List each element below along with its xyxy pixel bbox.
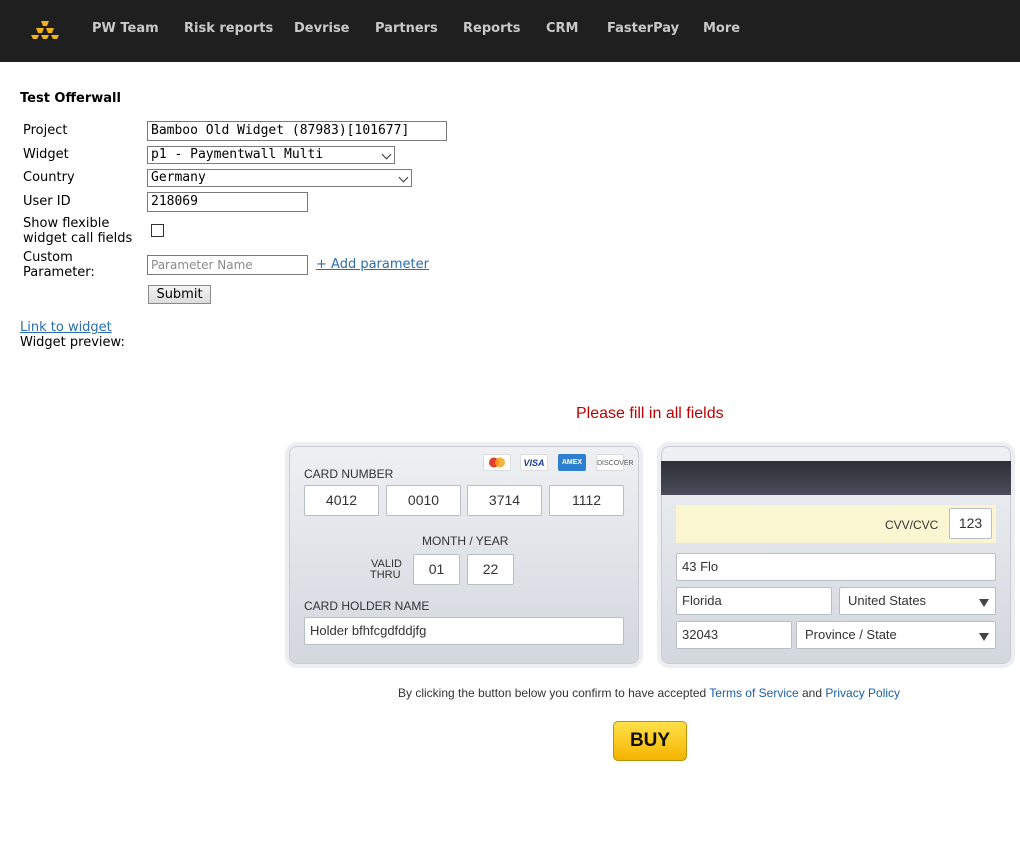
month-year-label: MONTH / YEAR (422, 534, 509, 548)
nav-item-crm[interactable]: CRM (546, 21, 579, 36)
flexible-fields-label-line1: Show flexible (23, 216, 110, 231)
visa-icon: VISA (520, 454, 548, 471)
privacy-policy-link[interactable]: Privacy Policy (825, 686, 900, 700)
card-number-field-2[interactable]: 0010 (386, 485, 461, 516)
state-dropdown-value: Province / State (805, 627, 897, 642)
user-id-label: User ID (23, 194, 71, 209)
top-navigation-bar: PW Team Risk reports Devrise Partners Re… (0, 0, 1020, 62)
card-number-field-3[interactable]: 3714 (467, 485, 542, 516)
submit-button[interactable]: Submit (148, 285, 211, 304)
flexible-fields-label-line2: widget call fields (23, 231, 133, 246)
page-title: Test Offerwall (20, 91, 121, 106)
flexible-fields-checkbox[interactable] (151, 224, 164, 237)
link-to-widget[interactable]: Link to widget (20, 320, 112, 335)
custom-parameter-label-line1: Custom (23, 250, 73, 265)
card-holder-field[interactable]: Holder bfhfcgdfddjfg (304, 617, 624, 645)
amex-icon: AMEX (558, 454, 586, 471)
nav-item-devrise[interactable]: Devrise (294, 21, 350, 36)
valid-thru-label-line2: THRU (370, 569, 401, 581)
terms-prefix: By clicking the button below you confirm… (398, 686, 710, 700)
zip-field[interactable]: 32043 (676, 621, 792, 649)
card-number-field-1[interactable]: 4012 (304, 485, 379, 516)
cvv-field[interactable]: 123 (949, 508, 992, 539)
state-dropdown[interactable]: Province / State (796, 621, 996, 649)
dropdown-arrow-icon (979, 599, 989, 607)
discover-icon: DISCOVER (596, 454, 634, 471)
expiry-month-field[interactable]: 01 (413, 554, 460, 585)
country-dropdown-value: United States (848, 593, 927, 608)
country-label: Country (23, 170, 75, 185)
terms-text: By clicking the button below you confirm… (398, 686, 900, 700)
nav-item-reports[interactable]: Reports (463, 21, 520, 36)
card-number-label: CARD NUMBER (304, 467, 394, 481)
dropdown-arrow-icon (979, 633, 989, 641)
terms-and: and (798, 686, 826, 700)
magnetic-stripe (661, 461, 1011, 495)
custom-parameter-label-line2: Parameter: (23, 265, 95, 280)
mastercard-icon (483, 454, 511, 471)
country-select-value: Germany (151, 170, 206, 185)
city-field[interactable]: Florida (676, 587, 832, 615)
chevron-down-icon (381, 149, 392, 160)
cvv-band (676, 505, 996, 543)
card-number-field-4[interactable]: 1112 (549, 485, 624, 516)
buy-button[interactable]: BUY (613, 721, 687, 761)
nav-item-more[interactable]: More (703, 21, 740, 36)
nav-item-partners[interactable]: Partners (375, 21, 438, 36)
country-dropdown[interactable]: United States (839, 587, 996, 615)
expiry-year-field[interactable]: 22 (467, 554, 514, 585)
terms-of-service-link[interactable]: Terms of Service (709, 686, 798, 700)
widget-label: Widget (23, 147, 69, 162)
nav-item-pw-team[interactable]: PW Team (92, 21, 159, 36)
nav-item-fasterpay[interactable]: FasterPay (607, 21, 679, 36)
error-message: Please fill in all fields (576, 405, 724, 422)
country-select[interactable]: Germany (147, 169, 412, 187)
card-holder-label: CARD HOLDER NAME (304, 599, 430, 613)
project-label: Project (23, 123, 68, 138)
parameter-name-input[interactable]: Parameter Name (147, 255, 308, 275)
widget-preview-label: Widget preview: (20, 335, 125, 350)
cvv-label: CVV/CVC (885, 518, 939, 532)
user-id-input[interactable]: 218069 (147, 192, 308, 212)
chevron-down-icon (398, 172, 409, 183)
project-input[interactable]: Bamboo Old Widget (87983)[101677] (147, 121, 447, 141)
add-parameter-link[interactable]: + Add parameter (316, 257, 429, 272)
gold-bars-icon[interactable] (30, 19, 60, 39)
widget-select-value: p1 - Paymentwall Multi (151, 147, 324, 162)
widget-select[interactable]: p1 - Paymentwall Multi (147, 146, 395, 164)
address-field[interactable]: 43 Flo (676, 553, 996, 581)
nav-item-risk-reports[interactable]: Risk reports (184, 21, 273, 36)
